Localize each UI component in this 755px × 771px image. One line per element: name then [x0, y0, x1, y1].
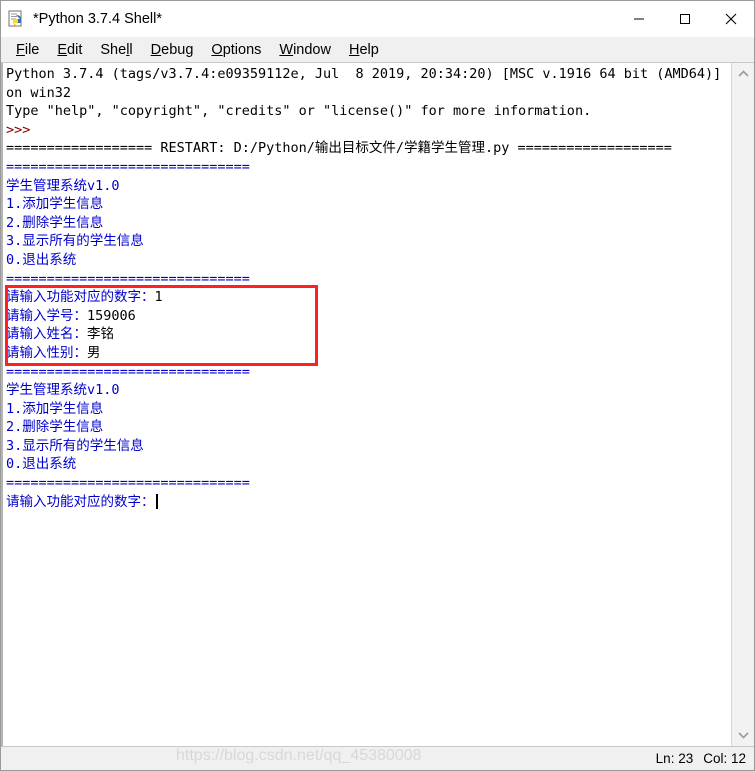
console-line-text: 1.添加学生信息	[6, 400, 104, 417]
console-line-text: ==============================	[6, 475, 250, 492]
minimize-button[interactable]	[616, 1, 662, 37]
console-line: ==============================	[6, 474, 731, 493]
menu-item-shell[interactable]: Shell	[91, 40, 141, 60]
shell-text-area[interactable]: Python 3.7.4 (tags/v3.7.4:e09359112e, Ju…	[1, 63, 731, 746]
user-typed-value: 159006	[87, 307, 136, 324]
console-line: 2.删除学生信息	[6, 418, 731, 437]
console-line: ================== RESTART: D:/Python/输出…	[6, 139, 731, 158]
console-line: 3.显示所有的学生信息	[6, 232, 731, 251]
close-button[interactable]	[708, 1, 754, 37]
text-caret	[155, 493, 158, 509]
console-line-text: ==============================	[6, 270, 250, 287]
console-line-text: 请输入姓名：	[6, 326, 87, 343]
scroll-up-arrow[interactable]	[732, 63, 754, 85]
console-line-text: 请输入功能对应的数字：	[6, 289, 155, 306]
console-line-text: 请输入性别：	[6, 344, 87, 361]
status-bar: https://blog.csdn.net/qq_45380008 Ln: 23…	[1, 746, 754, 770]
console-line: 请输入学号：159006	[6, 307, 731, 326]
python-idle-icon	[8, 10, 26, 28]
console-line: 请输入姓名：李铭	[6, 325, 731, 344]
console-line-text: 0.退出系统	[6, 456, 77, 473]
console-line-text: 0.退出系统	[6, 251, 77, 268]
status-column-number: Col: 12	[703, 751, 746, 766]
console-line-text: 1.添加学生信息	[6, 196, 104, 213]
maximize-button[interactable]	[662, 1, 708, 37]
console-line-text: 3.显示所有的学生信息	[6, 233, 144, 250]
console-line-text: 学生管理系统v1.0	[6, 382, 120, 399]
user-typed-value: 1	[154, 289, 163, 306]
user-typed-value: 男	[87, 344, 101, 361]
shell-body: Python 3.7.4 (tags/v3.7.4:e09359112e, Ju…	[1, 63, 754, 746]
console-line: 0.退出系统	[6, 455, 731, 474]
console-line-text: >>>	[6, 121, 31, 138]
user-typed-value: 李铭	[87, 326, 114, 343]
title-bar: *Python 3.7.4 Shell*	[1, 1, 754, 37]
idle-shell-window: *Python 3.7.4 Shell* File Edit Shell Deb…	[0, 0, 755, 771]
console-line-text: 学生管理系统v1.0	[6, 177, 120, 194]
console-line: Type "help", "copyright", "credits" or "…	[6, 102, 731, 121]
console-line: Python 3.7.4 (tags/v3.7.4:e09359112e, Ju…	[6, 65, 731, 102]
console-line: 1.添加学生信息	[6, 400, 731, 419]
console-line-text: ==============================	[6, 158, 250, 175]
console-line: 请输入功能对应的数字：	[6, 493, 731, 512]
window-controls	[616, 1, 754, 37]
menu-item-help[interactable]: Help	[340, 40, 388, 60]
status-line-number: Ln: 23	[655, 751, 694, 766]
scroll-down-arrow[interactable]	[732, 724, 754, 746]
console-line: 1.添加学生信息	[6, 195, 731, 214]
console-line-text: 3.显示所有的学生信息	[6, 437, 144, 454]
console-line-text: 请输入学号：	[6, 307, 87, 324]
console-line: 学生管理系统v1.0	[6, 177, 731, 196]
menu-item-options[interactable]: Options	[202, 40, 270, 60]
console-line: 学生管理系统v1.0	[6, 381, 731, 400]
console-line: 请输入功能对应的数字：1	[6, 288, 731, 307]
console-line-text: ==============================	[6, 363, 250, 380]
console-line: 0.退出系统	[6, 251, 731, 270]
console-line: ==============================	[6, 363, 731, 382]
console-line: ==============================	[6, 270, 731, 289]
console-line-text: 2.删除学生信息	[6, 214, 104, 231]
menu-item-file[interactable]: File	[7, 40, 48, 60]
console-line: 3.显示所有的学生信息	[6, 437, 731, 456]
console-line-text: 请输入功能对应的数字：	[6, 493, 155, 510]
console-line: 2.删除学生信息	[6, 214, 731, 233]
window-title: *Python 3.7.4 Shell*	[33, 11, 162, 27]
console-line-text: Python 3.7.4 (tags/v3.7.4:e09359112e, Ju…	[6, 66, 730, 101]
vertical-scrollbar[interactable]	[731, 63, 754, 746]
console-line-text: ================== RESTART: D:/Python/输出…	[6, 140, 672, 157]
console-line: 请输入性别：男	[6, 344, 731, 363]
console-output[interactable]: Python 3.7.4 (tags/v3.7.4:e09359112e, Ju…	[3, 63, 731, 511]
menu-item-edit[interactable]: Edit	[48, 40, 91, 60]
watermark-text: https://blog.csdn.net/qq_45380008	[176, 747, 422, 764]
console-line-text: 2.删除学生信息	[6, 419, 104, 436]
menu-bar: File Edit Shell Debug Options Window Hel…	[1, 37, 754, 63]
console-line: ==============================	[6, 158, 731, 177]
menu-item-window[interactable]: Window	[270, 40, 340, 60]
menu-item-debug[interactable]: Debug	[142, 40, 203, 60]
console-line: >>>	[6, 121, 731, 140]
console-line-text: Type "help", "copyright", "credits" or "…	[6, 103, 592, 120]
